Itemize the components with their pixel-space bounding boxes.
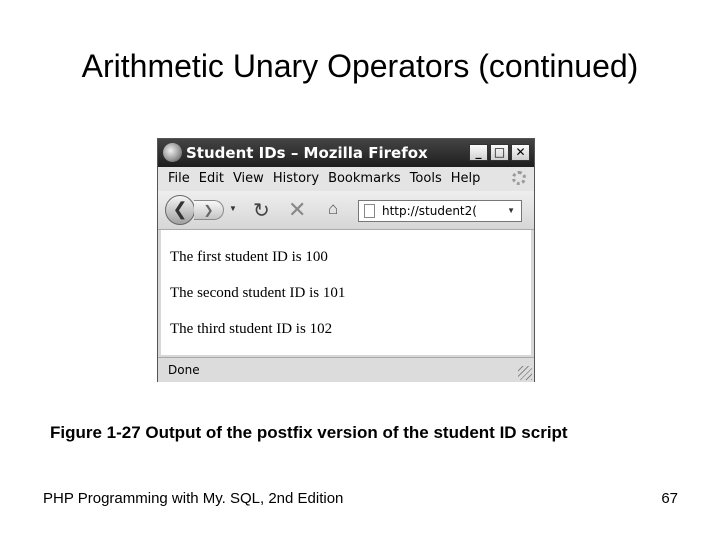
figure-caption: Figure 1-27 Output of the postfix versio… — [50, 423, 568, 442]
firefox-logo-icon — [163, 143, 182, 162]
menu-help[interactable]: Help — [451, 171, 481, 186]
menu-edit[interactable]: Edit — [199, 171, 224, 186]
menu-tools[interactable]: Tools — [410, 171, 442, 186]
reload-icon[interactable]: ↻ — [253, 198, 270, 223]
title-bar: Student IDs – Mozilla Firefox _ □ ✕ — [158, 139, 534, 167]
stop-icon[interactable]: ✕ — [288, 197, 306, 223]
back-icon[interactable]: ❮ — [165, 195, 195, 225]
page-icon — [364, 204, 375, 218]
status-text: Done — [168, 363, 200, 377]
menu-view[interactable]: View — [233, 171, 264, 186]
close-button[interactable]: ✕ — [511, 144, 530, 161]
navigation-toolbar: ❮ ❯ ▼ ↻ ✕ ⌂ http://student2( ▼ — [158, 191, 534, 230]
status-bar: Done — [158, 357, 534, 382]
url-dropdown-icon[interactable]: ▼ — [507, 206, 515, 215]
throbber-icon — [512, 171, 526, 185]
address-text[interactable]: http://student2( — [382, 204, 476, 218]
window-title: Student IDs – Mozilla Firefox — [186, 144, 428, 162]
content-line-2: The second student ID is 101 — [170, 285, 346, 301]
footer-text: PHP Programming with My. SQL, 2nd Editio… — [43, 490, 344, 507]
page-number: 67 — [661, 490, 678, 507]
minimize-button[interactable]: _ — [469, 144, 488, 161]
menu-bookmarks[interactable]: Bookmarks — [328, 171, 401, 186]
home-icon[interactable]: ⌂ — [328, 199, 338, 219]
history-dropdown-icon[interactable]: ▼ — [229, 204, 237, 213]
content-line-3: The third student ID is 102 — [170, 321, 333, 337]
menu-items: File Edit View History Bookmarks Tools H… — [168, 171, 489, 186]
menu-history[interactable]: History — [273, 171, 319, 186]
window-controls: _ □ ✕ — [469, 144, 530, 161]
content-line-1: The first student ID is 100 — [170, 249, 328, 265]
address-bar[interactable]: http://student2( ▼ — [358, 200, 522, 222]
menu-bar: File Edit View History Bookmarks Tools H… — [158, 167, 534, 192]
browser-window: Student IDs – Mozilla Firefox _ □ ✕ File… — [157, 138, 535, 382]
menu-file[interactable]: File — [168, 171, 190, 186]
resize-grip-icon[interactable] — [518, 366, 532, 380]
page-content: The first student ID is 100 The second s… — [161, 230, 531, 355]
maximize-button[interactable]: □ — [490, 144, 509, 161]
forward-icon[interactable]: ❯ — [194, 200, 224, 220]
slide-title: Arithmetic Unary Operators (continued) — [81, 48, 639, 84]
